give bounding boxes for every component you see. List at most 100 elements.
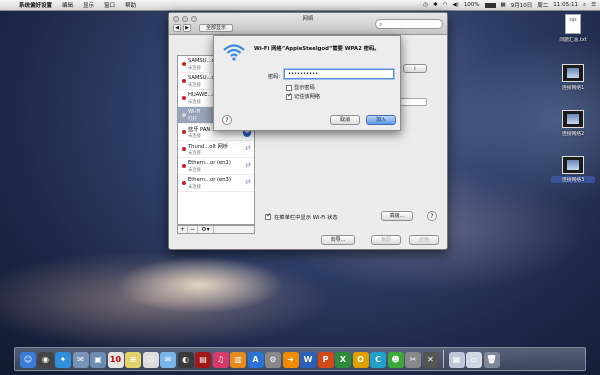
show-wifi-status-checkbox[interactable] [265, 212, 271, 220]
powerpoint-icon[interactable]: P [317, 352, 334, 368]
show-wifi-status-option[interactable]: 在菜单栏中显示 Wi-Fi 状态 [265, 212, 338, 221]
advanced-button[interactable]: 高级... [381, 211, 413, 221]
time-machine-icon[interactable]: ◷ [423, 2, 428, 8]
ibooks-icon[interactable]: ▥ [230, 352, 246, 368]
ethernet-arrows-icon: ⇄ [245, 144, 251, 152]
menu-extras: ◷ ✱ ◠ ◀) 100% ▦ 9月10日 周二 11:05:11 ⌕ ☰ [423, 1, 600, 10]
messages-icon[interactable]: ✉ [160, 352, 176, 368]
desktop-screenshot-icon[interactable]: 连接网络3 [551, 156, 595, 183]
service-name: Wi-Fi [188, 109, 201, 115]
itunes-icon[interactable]: ♫ [212, 352, 229, 368]
notification-center-icon[interactable]: ☰ [591, 2, 596, 8]
menu-window[interactable]: 窗口 [99, 1, 120, 9]
network-name-popup[interactable] [397, 98, 427, 106]
battery-percent: 100% [463, 2, 480, 8]
service-name: Thund...olt 网桥 [188, 144, 228, 150]
menu-date[interactable]: 9月10日 [511, 1, 533, 9]
preferences-icon[interactable]: ⚙ [265, 352, 281, 368]
menu-time[interactable]: 11:05:11 [553, 2, 578, 8]
mail-icon[interactable]: ✉ [72, 352, 89, 368]
documents-icon[interactable]: ▭ [466, 352, 482, 368]
menu-weekday[interactable]: 周二 [537, 1, 548, 9]
trash-icon[interactable]: 🗑 [483, 352, 500, 368]
desktop-screenshot-icon[interactable]: 连接网络1 [551, 64, 595, 91]
menu-view[interactable]: 显示 [78, 1, 99, 9]
notes-icon[interactable]: ≡ [125, 352, 141, 368]
remember-network-option[interactable]: 记住该网络 [286, 92, 320, 100]
desktop-file-icon[interactable]: TXT 问题汇总.txt [551, 14, 595, 43]
input-source-icon[interactable]: ▦ [501, 2, 506, 8]
wifi-status-icon[interactable]: ◠ [443, 2, 448, 8]
volume-icon[interactable]: ◀) [452, 2, 458, 8]
arrow-icon[interactable]: ➜ [282, 352, 299, 368]
safari-icon[interactable]: ✦ [55, 352, 71, 368]
photobooth-icon[interactable]: ▤ [195, 352, 211, 368]
status-red-dot [182, 79, 186, 83]
lync-icon[interactable]: C [370, 352, 386, 368]
desktop-icon-label: 问题汇总.txt [559, 38, 587, 43]
menu-help[interactable]: 帮助 [120, 1, 141, 9]
wifi-toggle-button[interactable]: i [403, 64, 427, 73]
calendar-icon[interactable]: 10 [107, 352, 124, 368]
help-icon[interactable]: ? [222, 115, 232, 125]
dashboard-icon[interactable]: ◉ [37, 352, 54, 368]
service-item[interactable]: Ethern...or (en1) 未连接 ⇄ [178, 158, 254, 175]
photo-icon[interactable]: ▣ [90, 352, 106, 368]
service-item[interactable]: Thund...olt 网桥 未连接 ⇄ [178, 141, 254, 158]
status-red-dot [182, 164, 186, 168]
xquartz-icon[interactable]: ✕ [422, 352, 439, 368]
desktop-icon-label: 连接网络2 [561, 132, 585, 137]
apply-button[interactable]: 应用 [409, 235, 439, 245]
word-icon[interactable]: W [300, 352, 316, 368]
join-button[interactable]: 加入 [366, 115, 396, 125]
remove-service-button[interactable]: − [188, 226, 198, 233]
screenshot-thumbnail-icon [562, 110, 584, 128]
password-field[interactable]: •••••••••• [284, 69, 394, 79]
preview-icon[interactable]: ▦ [448, 352, 465, 368]
screenshot-thumbnail-icon [562, 64, 584, 82]
service-status: 未连接 [188, 100, 201, 105]
bluetooth-icon[interactable]: ✱ [433, 2, 438, 8]
service-name: SAMSU...d [188, 75, 215, 81]
status-red-dot [182, 147, 186, 151]
remember-network-checkbox[interactable] [286, 92, 292, 100]
finder-icon[interactable]: ☺ [20, 352, 36, 368]
menu-edit[interactable]: 编辑 [57, 1, 78, 9]
service-status: 未连接 [188, 185, 201, 190]
spotlight-icon[interactable]: ⌕ [583, 2, 586, 9]
battery-icon[interactable] [484, 2, 496, 8]
revert-button[interactable]: 复原 [371, 235, 401, 245]
help-icon[interactable]: ? [427, 211, 437, 221]
service-item[interactable]: Ethern...or (en3) 未连接 ⇄ [178, 175, 254, 192]
status-red-dot [182, 130, 186, 134]
reminders-icon[interactable]: ☑ [142, 352, 159, 368]
show-password-option[interactable]: 显示密码 [286, 84, 315, 91]
facetime-icon[interactable]: ◐ [177, 352, 194, 368]
service-name: SAMSU...d [188, 58, 215, 64]
search-field[interactable]: ⌕ [375, 19, 443, 29]
service-status: 未连接 [188, 134, 201, 139]
dock-separator [443, 350, 444, 368]
cancel-button[interactable]: 取消 [330, 115, 360, 125]
status-red-dot [182, 62, 186, 66]
service-name: Ethern...or (en1) [188, 160, 231, 166]
menu-app-name[interactable]: 系统偏好设置 [14, 1, 57, 9]
add-service-button[interactable]: + [178, 226, 188, 233]
service-status: 未连接 [188, 151, 201, 156]
outlook-icon[interactable]: O [352, 352, 369, 368]
utility-icon[interactable]: ✂ [405, 352, 421, 368]
forward-button[interactable]: ▶ [183, 24, 191, 32]
service-status: 打开 [188, 117, 197, 122]
assist-me-button[interactable]: 向导... [321, 235, 355, 245]
action-menu-button[interactable]: ⚙▾ [198, 226, 214, 233]
screenshot-thumbnail-icon [562, 156, 584, 174]
show-password-checkbox[interactable] [286, 84, 292, 91]
service-list-controls: + − ⚙▾ [177, 225, 255, 234]
messenger-icon[interactable]: ☻ [387, 352, 404, 368]
desktop-screenshot-icon[interactable]: 连接网络2 [551, 110, 595, 137]
text-file-icon: TXT [565, 14, 581, 34]
excel-icon[interactable]: X [335, 352, 351, 368]
appstore-icon[interactable]: A [247, 352, 264, 368]
back-button[interactable]: ◀ [173, 24, 181, 32]
show-all-button[interactable]: 全部显示 [199, 24, 233, 32]
